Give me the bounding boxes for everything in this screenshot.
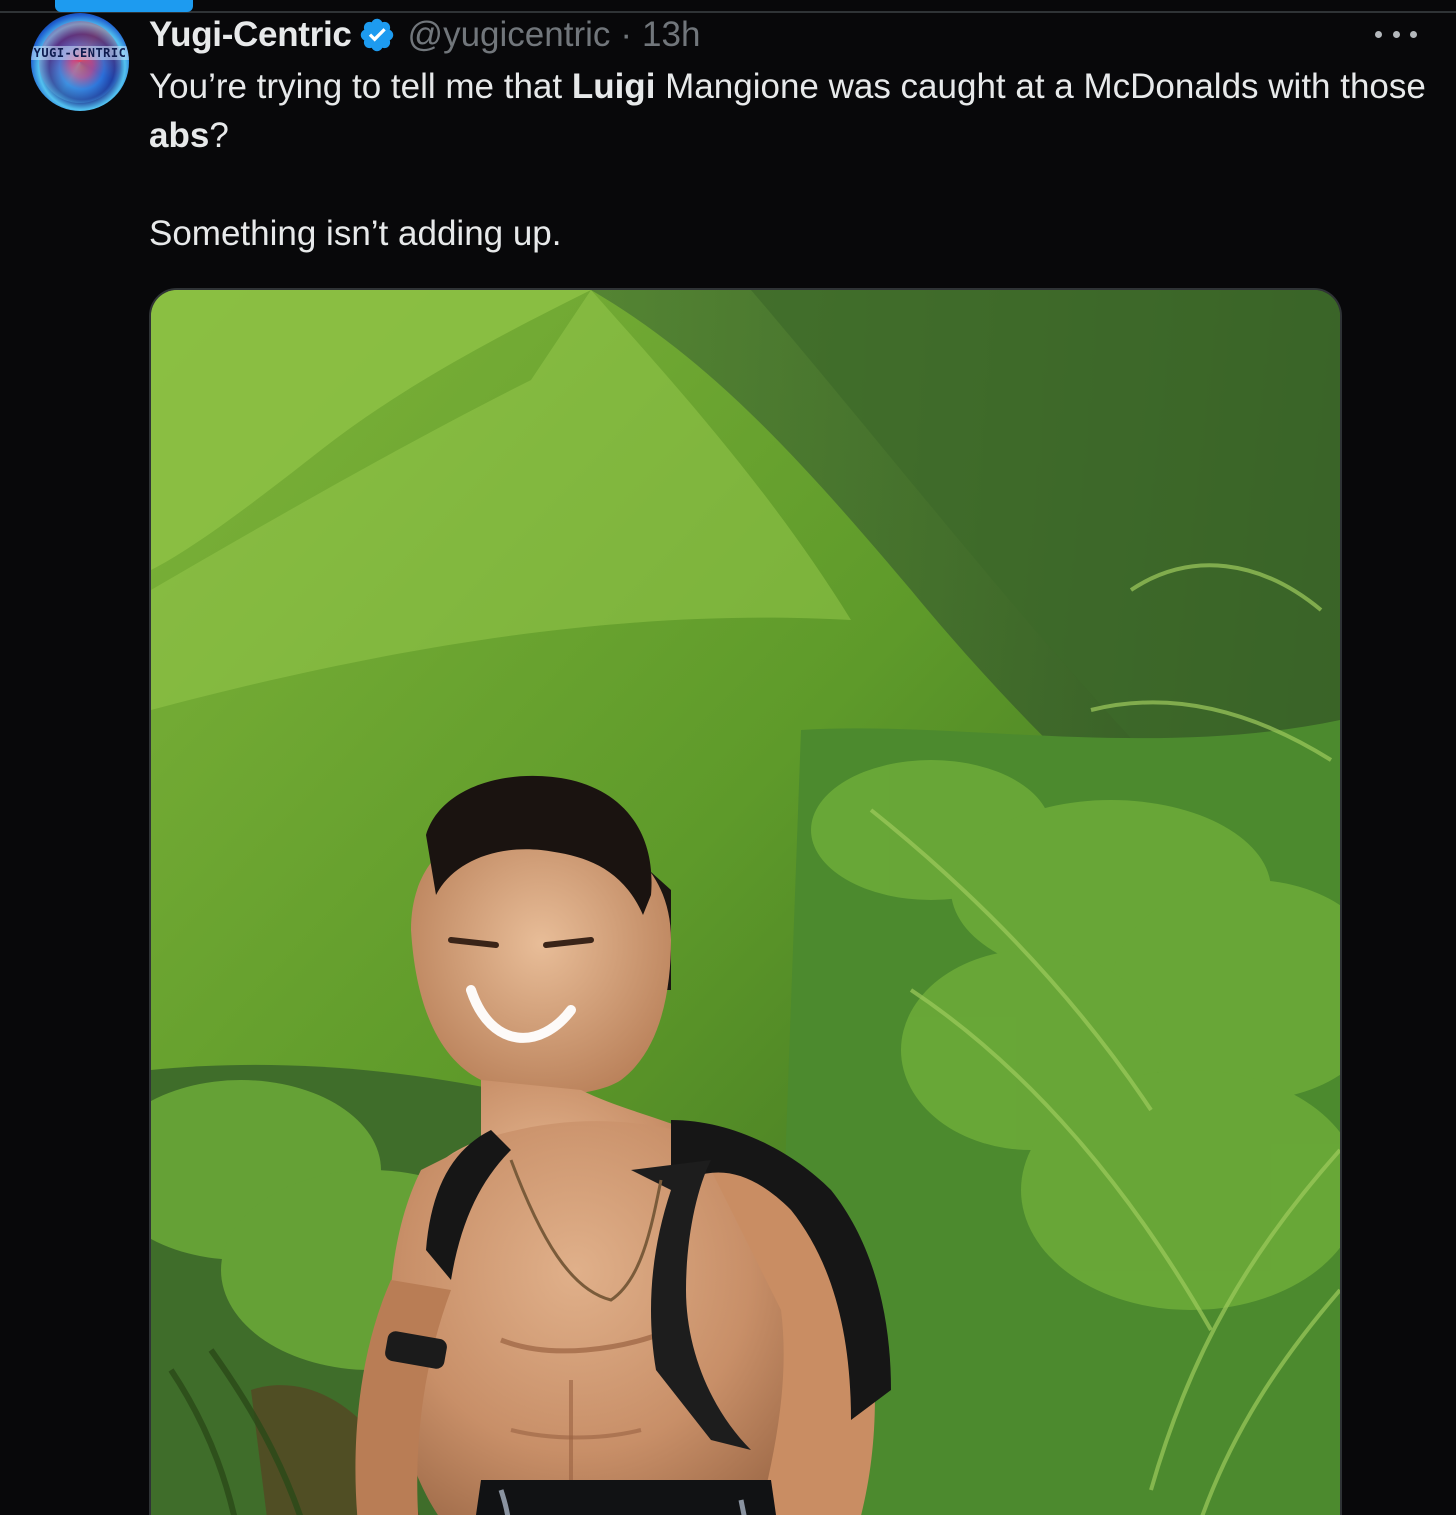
- separator-dot: ·: [620, 15, 633, 54]
- tweet-text: You’re trying to tell me that Luigi Mang…: [149, 62, 1439, 258]
- avatar-swirl: [39, 21, 121, 103]
- author-display-name[interactable]: Yugi-Centric: [149, 15, 352, 55]
- bold-text-luigi: Luigi: [571, 67, 656, 106]
- author-handle[interactable]: @yugicentric: [408, 15, 611, 55]
- avatar-logo-text: YUGI-CENTRIC: [31, 46, 129, 60]
- more-horizontal-icon[interactable]: [1375, 24, 1417, 44]
- more-dot: [1392, 30, 1400, 38]
- tweet-header: Yugi-Centric @yugicentric · 13h: [149, 12, 700, 58]
- tweet-page: YUGI-CENTRIC Yugi-Centric @yugicentric ·…: [0, 0, 1456, 1515]
- tweet-text-line-2: Something isn’t adding up.: [149, 214, 562, 253]
- text-segment: Mangione was caught at a McDonalds with …: [655, 67, 1426, 106]
- photo-illustration: [151, 290, 1340, 1515]
- more-dot: [1410, 30, 1417, 38]
- more-dot: [1375, 30, 1382, 38]
- text-segment: ?: [209, 116, 229, 155]
- tweet-media-photo[interactable]: [149, 288, 1342, 1515]
- text-segment: You’re trying to tell me that: [149, 67, 572, 106]
- bold-text-abs: abs: [149, 116, 210, 155]
- verified-badge-icon[interactable]: [358, 16, 396, 54]
- avatar[interactable]: YUGI-CENTRIC: [31, 13, 129, 111]
- tab-indicator: [55, 0, 193, 12]
- tweet-text-line-1: You’re trying to tell me that Luigi Mang…: [149, 62, 1439, 160]
- timestamp[interactable]: 13h: [642, 15, 700, 55]
